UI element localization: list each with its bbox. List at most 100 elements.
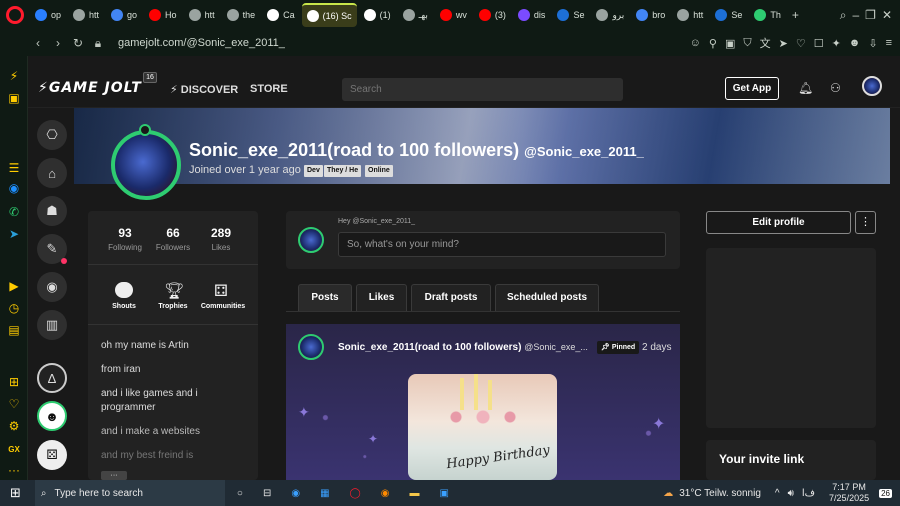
firefox-icon[interactable]: ◉ (381, 488, 390, 499)
community-avatar-2[interactable]: ☻ (37, 401, 67, 431)
trophy-icon[interactable]: 🏆︎ (164, 281, 184, 301)
followers-count[interactable]: 66 (153, 226, 193, 240)
trophies-link[interactable]: Trophies (148, 303, 198, 310)
clock[interactable]: 7:17 PM 7/25/2025 (829, 482, 869, 504)
following-count[interactable]: 93 (105, 226, 145, 240)
pin-icon[interactable]: ⚲ (709, 37, 717, 50)
more-options-button[interactable]: ⋮ (855, 211, 876, 234)
whatsapp-icon[interactable]: ✆ (6, 204, 22, 220)
user-avatar[interactable] (862, 76, 882, 96)
wallet-icon[interactable]: ▤ (6, 322, 22, 338)
communities-link[interactable]: Communities (198, 303, 248, 310)
messenger-icon[interactable]: ◉ (6, 180, 22, 196)
post-author[interactable]: Sonic_exe_2011(road to 100 followers) @S… (338, 342, 588, 353)
browser-tab[interactable]: (16) Sc (301, 3, 357, 27)
volume-icon[interactable]: 🔊︎ (788, 488, 794, 499)
browser-tab[interactable]: بهـ (398, 3, 433, 27)
minimize-button[interactable]: – (852, 8, 859, 22)
gamejolt-logo[interactable]: ⚡GAME JOLT (38, 80, 142, 96)
tv-icon[interactable]: ◉ (37, 272, 67, 302)
bio-expand-button[interactable]: ··· (101, 471, 127, 480)
tray-chevron-icon[interactable]: ^ (775, 488, 780, 499)
more-icon[interactable]: ··· (6, 462, 22, 478)
community-avatar-1[interactable]: Δ (37, 363, 67, 393)
back-icon[interactable]: ‹ (28, 36, 48, 50)
gx-icon[interactable]: GX (6, 442, 22, 458)
browser-tab[interactable]: bro (631, 3, 670, 27)
telegram-icon[interactable]: ➤ (6, 226, 22, 242)
browser-tab[interactable]: wv (435, 3, 472, 27)
get-app-button[interactable]: Get App (725, 77, 779, 100)
post-author-avatar[interactable] (298, 334, 324, 360)
browser-tab[interactable]: Ca (262, 3, 300, 27)
photos-icon[interactable]: ▣ (439, 488, 448, 499)
emoji-icon[interactable]: ☺ (690, 37, 701, 49)
file-explorer-icon[interactable]: ▬ (409, 488, 419, 499)
shouts-link[interactable]: Shouts (99, 303, 149, 310)
browser-tab[interactable]: htt (672, 3, 708, 27)
history-icon[interactable]: ◷ (6, 300, 22, 316)
task-view-icon[interactable]: ○ (237, 488, 243, 499)
scrollbar-track[interactable] (884, 184, 890, 480)
browser-tab[interactable]: op (30, 3, 66, 27)
edit-profile-button[interactable]: Edit profile (706, 211, 851, 234)
maximize-button[interactable]: ❐ (865, 8, 876, 22)
edge-icon[interactable]: ◉ (291, 488, 300, 499)
post-time[interactable]: 2 days (642, 342, 671, 353)
shield-icon[interactable]: ⛉ (743, 37, 751, 50)
snapshot-icon[interactable]: ▣ (725, 37, 735, 50)
translate-icon[interactable]: 文 (760, 35, 771, 51)
backpack-icon[interactable]: ☗ (37, 196, 67, 226)
browser-tab[interactable]: htt (68, 3, 104, 27)
settings-icon[interactable]: ⚙ (6, 418, 22, 434)
bookmark-icon[interactable]: ☐ (814, 37, 824, 50)
player-icon[interactable]: ▶ (6, 278, 22, 294)
new-tab-button[interactable]: + (792, 8, 799, 22)
tab-scheduled-posts[interactable]: Scheduled posts (495, 284, 599, 311)
taskbar-search[interactable]: ⌕ Type here to search (34, 480, 225, 506)
browser-tab[interactable]: Ho (144, 3, 182, 27)
forward-icon[interactable]: › (48, 36, 68, 50)
browser-tab[interactable]: Se (552, 3, 589, 27)
community-avatar-3[interactable]: ⚄ (37, 440, 67, 470)
browser-tab[interactable]: the (222, 3, 261, 27)
activity-icon[interactable]: ⎔ (37, 120, 67, 150)
gamejolt-icon[interactable]: ⚡︎ (6, 68, 22, 84)
bell-icon[interactable]: 🔔︎ (798, 81, 813, 95)
menu-icon[interactable]: ≡ (886, 37, 892, 49)
likes-count[interactable]: 289 (201, 226, 241, 240)
browser-tab[interactable]: برو (591, 3, 629, 27)
birthday-cake-image[interactable]: Happy Birthday (408, 374, 557, 480)
tab-likes[interactable]: Likes (356, 284, 407, 311)
language-indicator[interactable]: ﻑﺍ (802, 488, 815, 499)
extensions-icon[interactable]: ✦ (832, 37, 841, 50)
opera-taskbar-icon[interactable]: ◯ (350, 488, 361, 499)
close-window-button[interactable]: ✕ (882, 8, 892, 22)
browser-tab[interactable]: Se (710, 3, 747, 27)
download-icon[interactable]: ⇩ (868, 37, 877, 50)
browser-tab[interactable]: Th (749, 3, 786, 27)
send-icon[interactable]: ➤ (779, 37, 788, 50)
browser-tab[interactable]: (3) (474, 3, 511, 27)
browser-tab[interactable]: go (106, 3, 142, 27)
reload-icon[interactable]: ↻ (68, 36, 88, 50)
search-tabs-icon[interactable]: ⌕ (840, 8, 847, 23)
heart-icon[interactable]: ♡ (796, 37, 806, 50)
store-app-icon[interactable]: ▦ (320, 488, 329, 499)
notification-center-badge[interactable]: 26 (879, 488, 892, 498)
store-icon[interactable]: ⌂ (37, 158, 67, 188)
shouts-icon[interactable] (115, 282, 133, 298)
profile-avatar[interactable] (111, 130, 181, 200)
profile-icon[interactable]: ☻ (849, 37, 861, 49)
opera-logo-icon[interactable] (6, 6, 24, 24)
tab-posts[interactable]: Posts (298, 284, 352, 311)
favorites-icon[interactable]: ♡ (6, 396, 22, 412)
weather-text[interactable]: 31°C Teilw. sonnig (679, 488, 761, 499)
browser-tab[interactable]: htt (184, 3, 220, 27)
widgets-icon[interactable]: ⊟ (263, 488, 271, 499)
site-search-input[interactable] (342, 78, 623, 101)
workspaces-icon[interactable]: ⊞ (6, 374, 22, 390)
communities-icon[interactable]: ⚃ (214, 281, 228, 301)
store-link[interactable]: STORE (250, 83, 288, 95)
browser-tab[interactable]: dis (513, 3, 551, 27)
